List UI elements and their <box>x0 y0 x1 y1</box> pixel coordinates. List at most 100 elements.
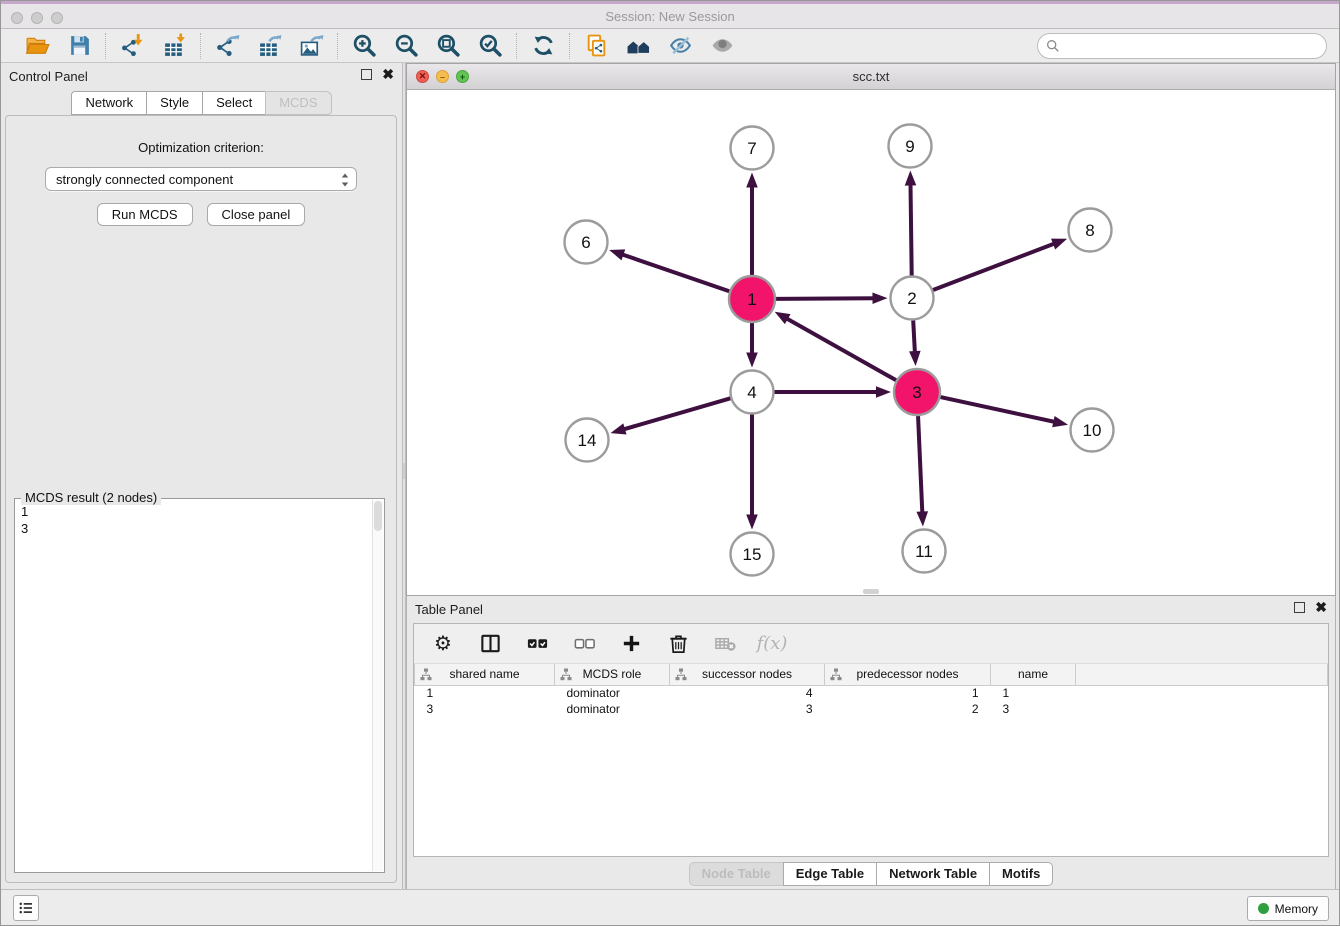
tab-node-table[interactable]: Node Table <box>689 862 784 886</box>
home-button[interactable] <box>624 32 652 60</box>
save-icon <box>67 33 92 58</box>
deselect-all-button[interactable] <box>571 631 597 657</box>
graph-edge-4-15[interactable] <box>746 415 758 530</box>
tab-network-table[interactable]: Network Table <box>876 862 990 886</box>
result-scrollbar-thumb[interactable] <box>374 501 382 531</box>
table-row[interactable]: 1dominator411 <box>415 685 1328 701</box>
open-folder-button[interactable] <box>23 32 51 60</box>
import-table-button[interactable] <box>160 32 188 60</box>
horizontal-splitter-handle[interactable] <box>863 589 879 594</box>
column-label: MCDS role <box>583 667 642 681</box>
zoom-out-button[interactable] <box>392 32 420 60</box>
close-panel-icon[interactable]: ✖ <box>382 69 394 80</box>
zoom-selected-button[interactable] <box>476 32 504 60</box>
vertical-splitter-handle[interactable] <box>403 463 405 479</box>
float-panel-icon[interactable] <box>361 69 372 80</box>
show-eye-button[interactable] <box>708 32 736 60</box>
hide-eye-icon <box>668 33 693 58</box>
memory-button[interactable]: Memory <box>1247 896 1329 921</box>
select-all-button[interactable] <box>524 631 550 657</box>
search-input[interactable] <box>1037 33 1327 59</box>
table-panel: Table Panel ✖ ⚙f(x) shared nameMCDS role… <box>406 596 1336 891</box>
function-icon: f(x) <box>757 633 788 654</box>
cell-shared-name[interactable]: 1 <box>415 685 555 701</box>
graph-edge-3-11[interactable] <box>916 416 928 527</box>
add-row-button[interactable] <box>618 631 644 657</box>
graph-edge-2-8[interactable] <box>933 239 1067 290</box>
tab-edge-table[interactable]: Edge Table <box>783 862 877 886</box>
graph-node-label-2: 2 <box>907 289 916 308</box>
control-panel: Control Panel ✖ NetworkStyleSelectMCDS O… <box>1 63 402 889</box>
tab-mcds[interactable]: MCDS <box>265 91 331 115</box>
run-mcds-button[interactable]: Run MCDS <box>97 203 193 226</box>
app-window: Session: New Session Control Panel ✖ Net… <box>0 0 1340 926</box>
columns-button[interactable] <box>477 631 503 657</box>
column-header-name[interactable]: name <box>991 664 1076 685</box>
graph-edge-1-4[interactable] <box>746 323 758 368</box>
cell-predecessor-nodes[interactable]: 2 <box>825 701 991 717</box>
close-panel-button[interactable]: Close panel <box>207 203 306 226</box>
window-title: Session: New Session <box>1 9 1339 24</box>
column-header-successor-nodes[interactable]: successor nodes <box>670 664 825 685</box>
cell-MCDS-role[interactable]: dominator <box>555 701 670 717</box>
column-header-predecessor-nodes[interactable]: predecessor nodes <box>825 664 991 685</box>
graph-node-label-15: 15 <box>743 545 762 564</box>
column-hierarchy-icon <box>420 668 432 681</box>
graph-edge-4-14[interactable] <box>611 398 731 434</box>
control-panel-tabs: NetworkStyleSelectMCDS <box>1 89 402 115</box>
save-button[interactable] <box>65 32 93 60</box>
tab-motifs[interactable]: Motifs <box>989 862 1053 886</box>
column-header-MCDS-role[interactable]: MCDS role <box>555 664 670 685</box>
delete-row-button[interactable] <box>665 631 691 657</box>
graph-edge-2-3[interactable] <box>909 320 921 366</box>
table-row[interactable]: 3dominator323 <box>415 701 1328 717</box>
control-panel-title: Control Panel <box>9 69 88 84</box>
graph-edge-1-2[interactable] <box>776 292 888 304</box>
cell-successor-nodes[interactable]: 4 <box>670 685 825 701</box>
hide-eye-button[interactable] <box>666 32 694 60</box>
export-network-button[interactable] <box>213 32 241 60</box>
cell-name[interactable]: 1 <box>991 685 1076 701</box>
gear-button[interactable]: ⚙ <box>430 631 456 657</box>
duplicate-network-button[interactable] <box>582 32 610 60</box>
cell-MCDS-role[interactable]: dominator <box>555 685 670 701</box>
select-all-icon <box>526 632 549 655</box>
cell-successor-nodes[interactable]: 3 <box>670 701 825 717</box>
close-table-panel-icon[interactable]: ✖ <box>1315 602 1327 613</box>
result-scrollbar[interactable] <box>372 500 383 871</box>
search-container <box>1037 33 1327 59</box>
import-table-icon <box>162 33 187 58</box>
zoom-fit-button[interactable] <box>434 32 462 60</box>
mcds-result-text[interactable]: 1 3 <box>17 501 370 870</box>
search-icon <box>1046 39 1060 53</box>
chevron-updown-icon <box>340 172 350 188</box>
tab-network[interactable]: Network <box>71 91 147 115</box>
memory-status-icon <box>1258 903 1269 914</box>
graph-edge-1-7[interactable] <box>746 173 758 276</box>
home-icon <box>626 33 651 58</box>
task-history-button[interactable] <box>13 895 39 921</box>
column-label: predecessor nodes <box>856 667 958 681</box>
cell-shared-name[interactable]: 3 <box>415 701 555 717</box>
graph-edge-1-6[interactable] <box>609 249 729 291</box>
float-table-panel-icon[interactable] <box>1294 602 1305 613</box>
export-table-button[interactable] <box>255 32 283 60</box>
zoom-in-button[interactable] <box>350 32 378 60</box>
import-network-button[interactable] <box>118 32 146 60</box>
graph-edge-2-9[interactable] <box>905 170 917 275</box>
graph-edge-3-1[interactable] <box>775 312 896 380</box>
cell-predecessor-nodes[interactable]: 1 <box>825 685 991 701</box>
graph-node-label-14: 14 <box>578 431 597 450</box>
cell-name[interactable]: 3 <box>991 701 1076 717</box>
export-image-button[interactable] <box>297 32 325 60</box>
column-header-shared-name[interactable]: shared name <box>415 664 555 685</box>
tab-style[interactable]: Style <box>146 91 203 115</box>
refresh-button[interactable] <box>529 32 557 60</box>
column-label: successor nodes <box>702 667 792 681</box>
titlebar: Session: New Session <box>1 1 1339 29</box>
tab-select[interactable]: Select <box>202 91 266 115</box>
graph-edge-3-10[interactable] <box>940 397 1068 427</box>
network-canvas[interactable]: 7968124314101511 <box>407 90 1335 595</box>
criterion-select[interactable]: strongly connected component <box>45 167 357 191</box>
graph-edge-4-3[interactable] <box>775 386 892 398</box>
